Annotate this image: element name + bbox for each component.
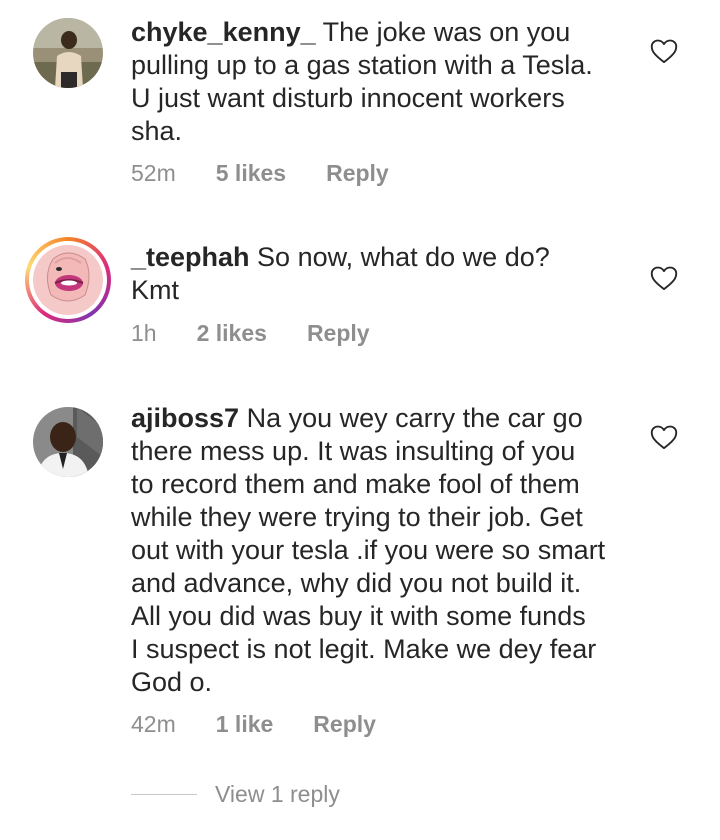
comment-time: 42m [131,711,176,737]
comment-username[interactable]: _teephah [131,242,250,272]
comment-time: 1h [131,320,157,346]
comment-text: ajiboss7 Na you wey carry the car go the… [131,402,641,699]
comment-time: 52m [131,160,176,186]
user-photo-avatar [33,18,103,88]
avatar[interactable] [33,407,103,477]
reply-button[interactable]: Reply [326,160,389,187]
reply-button[interactable]: Reply [313,711,376,738]
comment-meta: 52m 5 likes Reply [131,160,389,187]
cartoon-lips-avatar [33,245,103,315]
comment-username[interactable]: ajiboss7 [131,403,239,433]
comment-text: _teephah So now, what do we do? Kmt [131,241,641,307]
reply-button[interactable]: Reply [307,320,370,347]
comment-meta: 42m 1 like Reply [131,711,376,738]
comment-meta: 1h 2 likes Reply [131,320,370,347]
view-replies-label[interactable]: View 1 reply [215,781,340,808]
avatar [33,245,103,315]
story-ring[interactable] [25,237,111,323]
comment-likes[interactable]: 2 likes [197,320,267,347]
comment-likes[interactable]: 1 like [216,711,274,738]
comment-body: Na you wey carry the car go there mess u… [131,403,606,697]
comment-username[interactable]: chyke_kenny_ [131,17,316,47]
heart-outline-icon[interactable] [650,265,678,291]
avatar[interactable] [33,18,103,88]
divider-line [131,794,197,795]
comment-text: chyke_kenny_ The joke was on you pulling… [131,16,641,148]
heart-outline-icon[interactable] [650,424,678,450]
comment-likes[interactable]: 5 likes [216,160,286,187]
user-photo-avatar [33,407,103,477]
view-replies-button[interactable]: View 1 reply [131,781,340,808]
heart-outline-icon[interactable] [650,38,678,64]
